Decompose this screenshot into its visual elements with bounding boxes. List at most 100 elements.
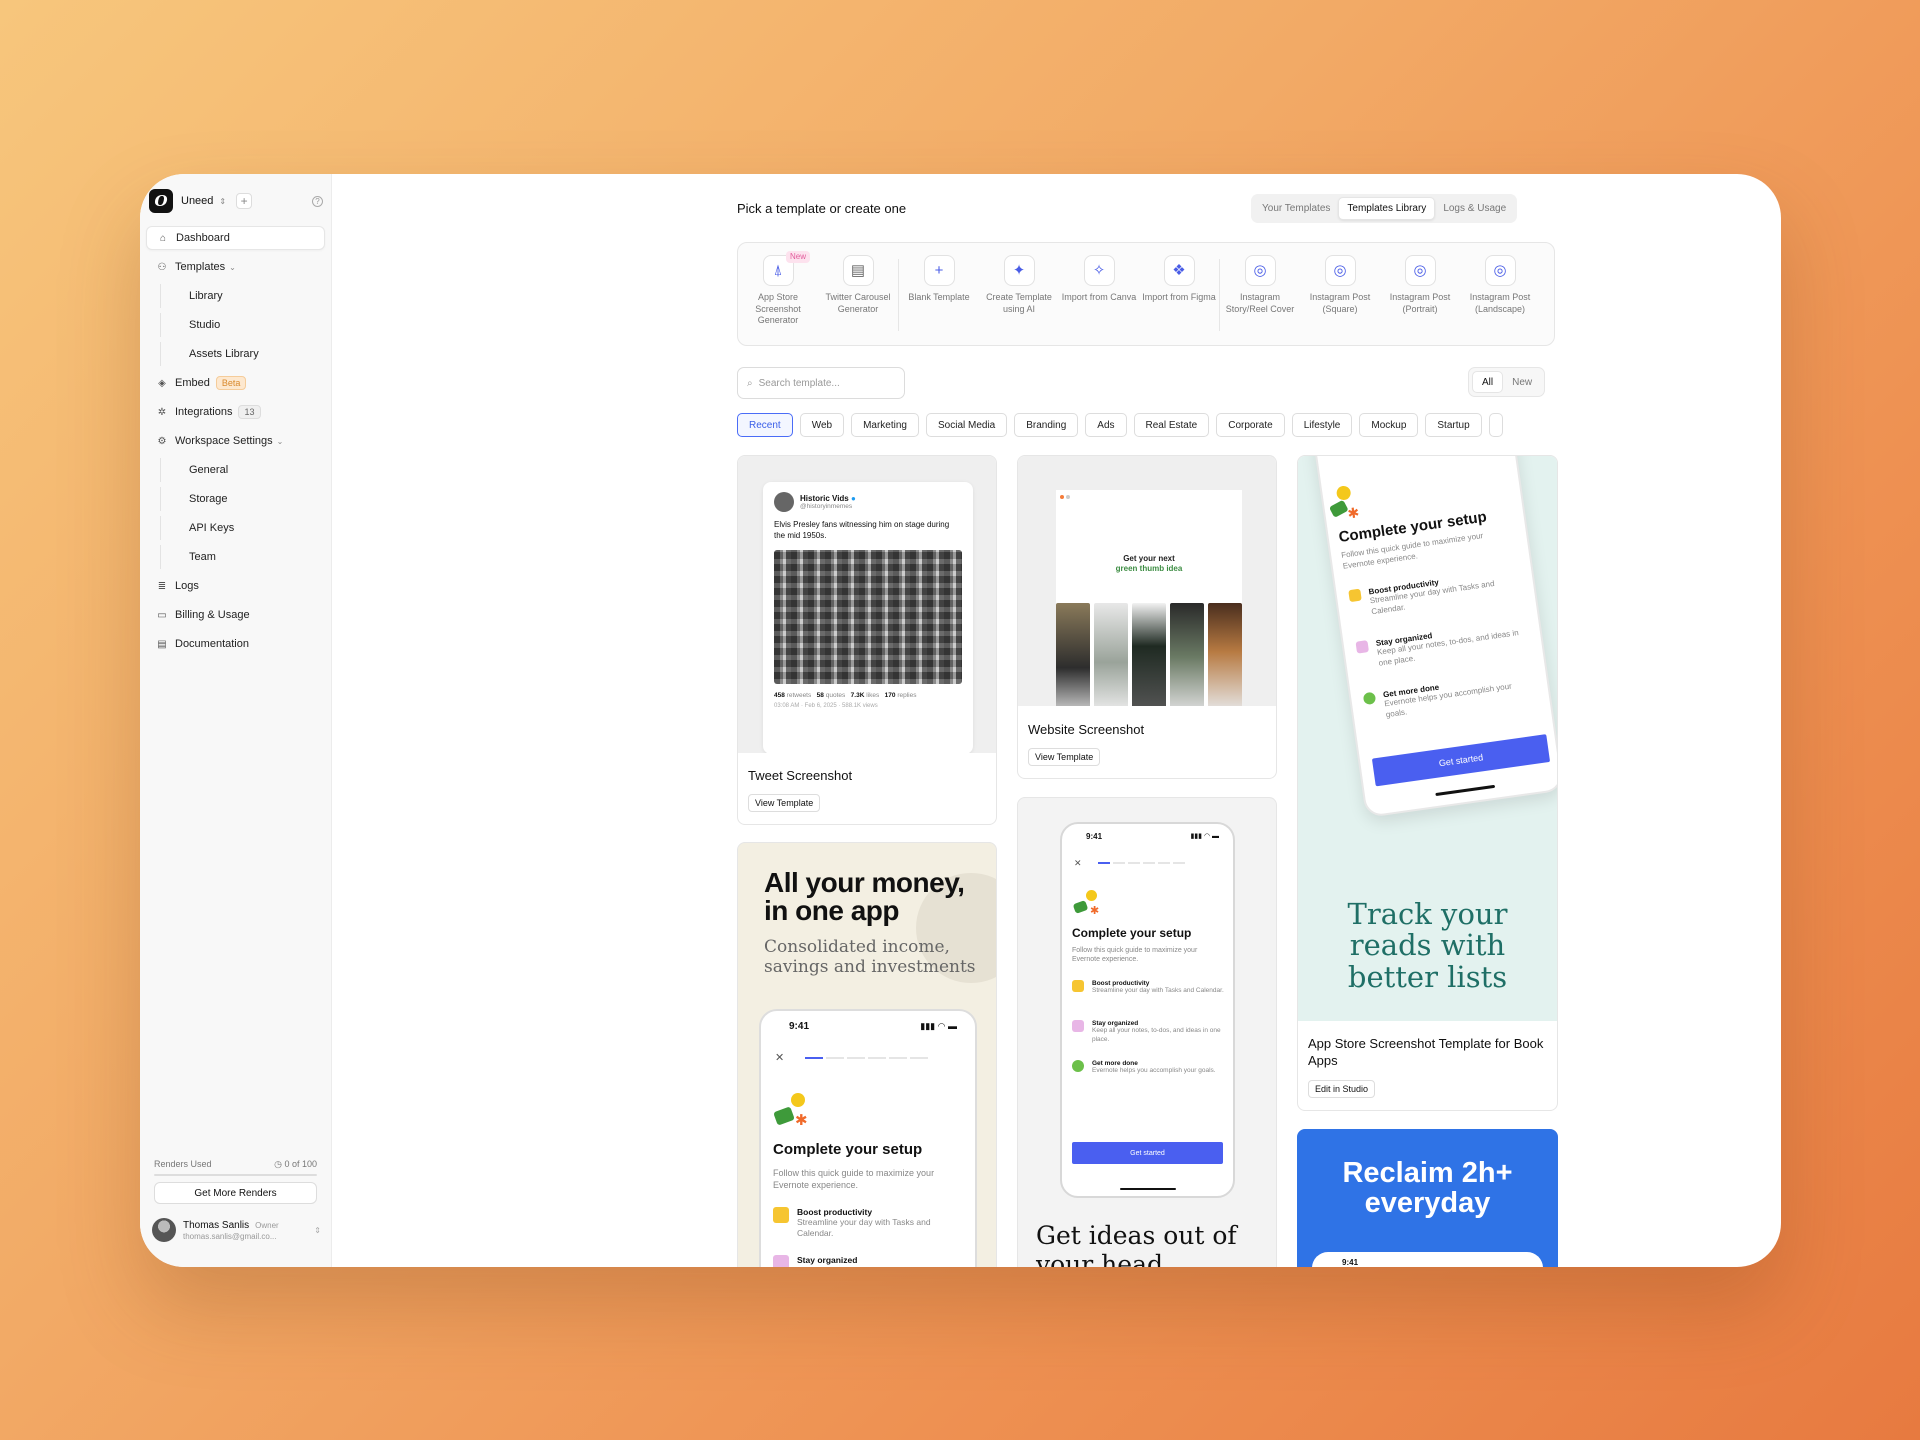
sidebar-item-general[interactable]: General <box>160 458 325 482</box>
chip-startup[interactable]: Startup <box>1425 413 1482 437</box>
sidebar-item-library[interactable]: Library <box>160 284 325 308</box>
chip-ads[interactable]: Ads <box>1085 413 1127 437</box>
chip-lifestyle[interactable]: Lifestyle <box>1291 413 1353 437</box>
workspace-logo: O <box>149 189 173 213</box>
tool-import-canva[interactable]: ✧ Import from Canva <box>1059 255 1139 345</box>
reclaim-headline: Reclaim 2h+ everyday <box>1342 1157 1513 1220</box>
sidebar-item-billing[interactable]: ▭ Billing & Usage <box>146 603 325 627</box>
tool-instagram-square[interactable]: ◎ Instagram Post (Square) <box>1300 255 1380 345</box>
user-info: Thomas Sanlis Owner thomas.sanlis@gmail.c… <box>183 1219 279 1241</box>
chip-more[interactable] <box>1488 413 1503 437</box>
site-headline: Get your next green thumb idea <box>1056 554 1242 574</box>
note-icon <box>1348 588 1362 603</box>
plus-icon: + <box>923 255 955 286</box>
instagram-icon: ◎ <box>1404 255 1436 286</box>
search-input[interactable]: ⌕ Search template... <box>737 367 905 399</box>
view-template-button[interactable]: View Template <box>748 794 821 812</box>
user-email: thomas.sanlis@gmail.co... <box>183 1231 277 1241</box>
sidebar-item-embed[interactable]: ◈ Embed Beta <box>146 371 325 395</box>
chip-marketing[interactable]: Marketing <box>851 413 919 437</box>
tab-logs-usage[interactable]: Logs & Usage <box>1435 197 1514 220</box>
sun-blob <box>1086 890 1097 901</box>
tool-instagram-landscape[interactable]: ◎ Instagram Post (Landscape) <box>1460 255 1540 345</box>
tool-instagram-story[interactable]: ◎ Instagram Story/Reel Cover <box>1220 255 1300 345</box>
sidebar-item-templates[interactable]: ⚇ Templates ⌄ <box>146 255 325 279</box>
add-workspace-button[interactable]: + <box>236 193 253 209</box>
edit-in-studio-button[interactable]: Edit in Studio <box>1308 1080 1376 1098</box>
sidebar-item-label: Templates <box>175 261 226 273</box>
close-icon: ✕ <box>1074 858 1082 868</box>
chip-branding[interactable]: Branding <box>1014 413 1079 437</box>
main-content: Pick a template or create one Your Templ… <box>333 174 1781 1267</box>
template-card-tweet[interactable]: Historic Vids ● @historyinmemes Elvis Pr… <box>737 455 997 825</box>
filter-new[interactable]: New <box>1503 371 1541 393</box>
tool-instagram-portrait[interactable]: ◎ Instagram Post (Portrait) <box>1380 255 1460 345</box>
setup-item: Stay organized Keep all your notes, to-do… <box>1072 1020 1227 1045</box>
money-headline: All your money, in one app <box>764 867 965 926</box>
house-icon <box>1072 1020 1084 1032</box>
chip-mockup[interactable]: Mockup <box>1359 413 1419 437</box>
category-chips: Recent Web Marketing Social Media Brandi… <box>737 413 1555 437</box>
site-nav <box>1056 490 1242 504</box>
tweet-text: Elvis Presley fans witnessing him on sta… <box>774 520 950 540</box>
renders-label: Renders Used <box>154 1159 212 1169</box>
setup-subtitle: Follow this quick guide to maximize your… <box>773 1168 935 1191</box>
template-card-money[interactable]: All your money, in one app Consolidated … <box>737 842 997 1267</box>
sidebar-item-studio[interactable]: Studio <box>160 313 325 337</box>
help-icon[interactable]: ? <box>312 195 323 207</box>
site-image-grid <box>1056 603 1242 706</box>
tool-label: Import from Canva <box>1061 292 1137 302</box>
renders-used: Renders Used ◷ 0 of 100 <box>154 1159 317 1170</box>
filter-all[interactable]: All <box>1472 371 1504 393</box>
setup-item-subtitle: Streamline your day with Tasks and Calen… <box>1092 987 1224 994</box>
home-icon: ⌂ <box>159 232 167 244</box>
chip-real-estate[interactable]: Real Estate <box>1133 413 1210 437</box>
house-icon <box>1355 640 1370 654</box>
workspace-switcher[interactable]: O Uneed ⇕ + ? <box>149 188 323 214</box>
tweet-handle: @historyinmemes <box>800 503 853 510</box>
chevron-down-icon: ⌄ <box>229 262 236 272</box>
template-card-ideas[interactable]: 9:41 ▮▮▮ ◠ ▬ ✕ ✱ Complete your setup Fol… <box>1017 797 1277 1267</box>
sidebar-item-integrations[interactable]: ✲ Integrations 13 <box>146 400 325 424</box>
get-more-renders-button[interactable]: Get More Renders <box>154 1182 317 1204</box>
tab-templates-library[interactable]: Templates Library <box>1338 197 1436 220</box>
tab-your-templates[interactable]: Your Templates <box>1254 197 1338 220</box>
setup-title: Complete your setup <box>1072 926 1192 940</box>
setup-item-title: Stay organized <box>797 1255 858 1265</box>
chip-web[interactable]: Web <box>799 413 845 437</box>
tool-twitter-carousel[interactable]: ▤ Twitter Carousel Generator <box>818 255 898 345</box>
tool-create-with-ai[interactable]: ✦ Create Template using AI <box>979 255 1059 345</box>
user-menu[interactable]: Thomas Sanlis Owner thomas.sanlis@gmail.c… <box>152 1218 321 1242</box>
app-window: O Uneed ⇕ + ? ⌂ Dashboard ⚇ Templates ⌄ … <box>140 174 1781 1267</box>
chip-social-media[interactable]: Social Media <box>925 413 1008 437</box>
sidebar-item-team[interactable]: Team <box>160 545 325 569</box>
sidebar-item-dashboard[interactable]: ⌂ Dashboard <box>146 226 325 250</box>
template-card-appstore-books[interactable]: ✱ Complete your setup Follow this quick … <box>1297 455 1558 1111</box>
page-title: Pick a template or create one <box>737 201 907 216</box>
setup-item: Boost productivity Streamline your day wi… <box>1348 567 1521 621</box>
template-card-website[interactable]: Get your next green thumb idea Website S… <box>1017 455 1277 779</box>
tool-app-store-generator[interactable]: ⍋ New App Store Screenshot Generator <box>738 251 818 345</box>
setup-item-subtitle: Streamline your day with Tasks and Calen… <box>797 1217 931 1239</box>
tweet-author: Historic Vids <box>800 494 849 503</box>
chip-corporate[interactable]: Corporate <box>1216 413 1285 437</box>
view-template-button[interactable]: View Template <box>1028 748 1101 766</box>
sidebar-item-workspace-settings[interactable]: ⚙ Workspace Settings ⌄ <box>146 429 325 453</box>
sidebar-item-api-keys[interactable]: API Keys <box>160 516 325 540</box>
tool-blank-template[interactable]: + Blank Template <box>899 255 979 345</box>
book-icon: ▤ <box>157 638 167 650</box>
sidebar-item-assets-library[interactable]: Assets Library <box>160 342 325 366</box>
tool-label: Create Template using AI <box>986 292 1052 314</box>
new-badge: New <box>786 251 811 264</box>
template-card-reclaim[interactable]: Reclaim 2h+ everyday 9:41 <box>1297 1129 1558 1267</box>
sidebar-item-storage[interactable]: Storage <box>160 487 325 511</box>
instagram-icon: ◎ <box>1484 255 1516 286</box>
sidebar-item-documentation[interactable]: ▤ Documentation <box>146 632 325 656</box>
instagram-icon: ◎ <box>1324 255 1356 286</box>
sidebar-item-logs[interactable]: ≣ Logs <box>146 574 325 598</box>
tool-label: Instagram Post (Landscape) <box>1469 292 1531 314</box>
tool-label: Import from Figma <box>1142 292 1216 302</box>
chip-recent[interactable]: Recent <box>737 413 793 437</box>
logs-icon: ≣ <box>157 580 167 592</box>
tool-import-figma[interactable]: ❖ Import from Figma <box>1139 255 1219 345</box>
